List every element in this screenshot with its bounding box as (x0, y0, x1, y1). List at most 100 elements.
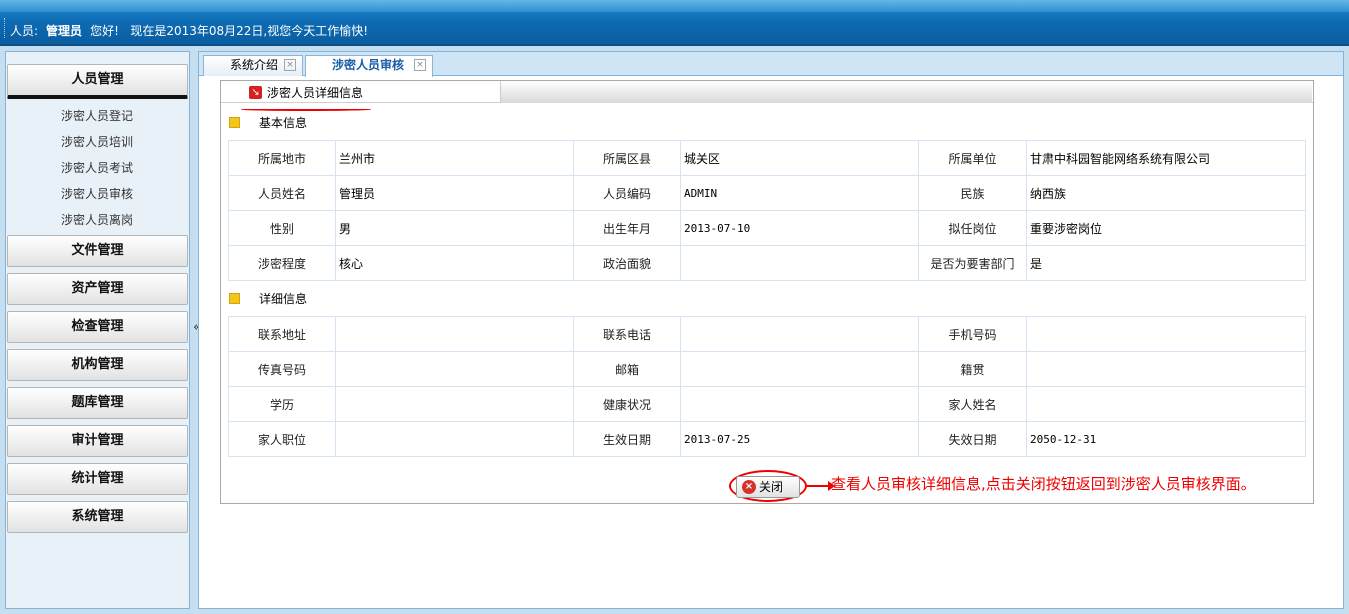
field-label: 涉密程度 (228, 245, 336, 281)
main-panel: 系统介绍 × 涉密人员审核 × ↘ 涉密人员详细信息 基本信息 所属地市 兰州市… (198, 51, 1344, 609)
person-label: 人员: (10, 24, 39, 38)
detail-content-box: ↘ 涉密人员详细信息 基本信息 所属地市 兰州市 所属区县 城关区 所属单位 甘… (220, 80, 1314, 504)
field-label: 人员姓名 (228, 175, 336, 211)
field-value: ADMIN (680, 175, 919, 211)
subtab-label: 涉密人员详细信息 (267, 86, 364, 100)
close-button-label: 关闭 (759, 480, 784, 494)
field-value (335, 316, 574, 352)
field-value: 管理员 (335, 175, 574, 211)
field-label: 拟任岗位 (918, 210, 1027, 246)
field-label: 生效日期 (573, 421, 681, 457)
field-value: 男 (335, 210, 574, 246)
menu-item-classified-leave[interactable]: 涉密人员离岗 (6, 207, 189, 233)
table-row: 传真号码 邮箱 籍贯 (228, 351, 1306, 387)
tab-close-icon[interactable]: × (414, 59, 426, 71)
field-value (680, 316, 919, 352)
section-title-text: 详细信息 (259, 292, 308, 306)
top-header-bar: 人员: 管理员 您好! 现在是2013年08月22日,视您今天工作愉快! (0, 0, 1349, 46)
field-value (680, 245, 919, 281)
field-label: 联系电话 (573, 316, 681, 352)
welcome-message: 人员: 管理员 您好! 现在是2013年08月22日,视您今天工作愉快! (10, 22, 368, 39)
menu-file-management[interactable]: 文件管理 (7, 235, 188, 267)
field-label: 健康状况 (573, 386, 681, 422)
menu-personnel-management[interactable]: 人员管理 (7, 64, 188, 99)
field-value: 重要涉密岗位 (1026, 210, 1306, 246)
menu-asset-management[interactable]: 资产管理 (7, 273, 188, 305)
close-icon: × (742, 480, 756, 494)
field-label: 所属地市 (228, 140, 336, 176)
greeting-text: 您好! (90, 24, 119, 38)
table-row: 家人职位 生效日期 2013-07-25 失效日期 2050-12-31 (228, 421, 1306, 457)
field-label: 邮箱 (573, 351, 681, 387)
tab-bar: 系统介绍 × 涉密人员审核 × (199, 52, 1343, 77)
user-name: 管理员 (46, 24, 83, 38)
table-row: 所属地市 兰州市 所属区县 城关区 所属单位 甘肃中科园智能网络系统有限公司 (228, 140, 1306, 176)
field-label: 出生年月 (573, 210, 681, 246)
field-value (1026, 316, 1306, 352)
field-label: 学历 (228, 386, 336, 422)
bullet-icon (229, 293, 240, 304)
menu-item-classified-exam[interactable]: 涉密人员考试 (6, 155, 189, 181)
field-value: 是 (1026, 245, 1306, 281)
section-title-text: 基本信息 (259, 116, 308, 130)
field-label: 家人职位 (228, 421, 336, 457)
subtab-bar (500, 81, 1312, 103)
tab-label: 涉密人员审核 (332, 58, 405, 72)
header-strip (0, 0, 1349, 12)
field-value: 2013-07-10 (680, 210, 919, 246)
menu-organization-management[interactable]: 机构管理 (7, 349, 188, 381)
field-value (680, 351, 919, 387)
field-value: 2013-07-25 (680, 421, 919, 457)
section-title-basic: 基本信息 (229, 115, 307, 131)
sidebar: 人员管理 涉密人员登记 涉密人员培训 涉密人员考试 涉密人员审核 涉密人员离岗 … (5, 51, 190, 609)
tab-classified-review[interactable]: 涉密人员审核 × (305, 55, 433, 77)
menu-system-management[interactable]: 系统管理 (7, 501, 188, 533)
basic-info-table: 所属地市 兰州市 所属区县 城关区 所属单位 甘肃中科园智能网络系统有限公司 人… (228, 140, 1306, 281)
tab-system-intro[interactable]: 系统介绍 × (203, 55, 303, 76)
field-label: 政治面貌 (573, 245, 681, 281)
annotation-arrow (807, 481, 835, 491)
menu-statistics-management[interactable]: 统计管理 (7, 463, 188, 495)
field-label: 所属区县 (573, 140, 681, 176)
field-label: 籍贯 (918, 351, 1027, 387)
menu-item-classified-training[interactable]: 涉密人员培训 (6, 129, 189, 155)
field-value (1026, 351, 1306, 387)
field-value (335, 351, 574, 387)
bullet-icon (229, 117, 240, 128)
table-row: 学历 健康状况 家人姓名 (228, 386, 1306, 422)
detail-info-table: 联系地址 联系电话 手机号码 传真号码 邮箱 籍贯 学历 健康状况 家人姓名 家… (228, 316, 1306, 457)
field-label: 人员编码 (573, 175, 681, 211)
arrow-icon: ↘ (249, 86, 262, 99)
field-label: 手机号码 (918, 316, 1027, 352)
menu-question-bank-management[interactable]: 题库管理 (7, 387, 188, 419)
table-row: 联系地址 联系电话 手机号码 (228, 316, 1306, 352)
personnel-submenu: 涉密人员登记 涉密人员培训 涉密人员考试 涉密人员审核 涉密人员离岗 (6, 99, 189, 233)
field-value: 兰州市 (335, 140, 574, 176)
field-value: 2050-12-31 (1026, 421, 1306, 457)
menu-inspection-management[interactable]: 检查管理 (7, 311, 188, 343)
table-row: 性别 男 出生年月 2013-07-10 拟任岗位 重要涉密岗位 (228, 210, 1306, 246)
date-message: 现在是2013年08月22日,视您今天工作愉快! (130, 24, 369, 38)
table-row: 人员姓名 管理员 人员编码 ADMIN 民族 纳西族 (228, 175, 1306, 211)
annotation-underline (241, 108, 371, 111)
field-label: 是否为要害部门 (918, 245, 1027, 281)
field-value: 纳西族 (1026, 175, 1306, 211)
field-label: 性别 (228, 210, 336, 246)
menu-item-classified-review[interactable]: 涉密人员审核 (6, 181, 189, 207)
field-value: 核心 (335, 245, 574, 281)
field-label: 民族 (918, 175, 1027, 211)
field-value: 甘肃中科园智能网络系统有限公司 (1026, 140, 1306, 176)
field-value (335, 421, 574, 457)
field-label: 所属单位 (918, 140, 1027, 176)
close-button[interactable]: × 关闭 (736, 476, 800, 498)
table-row: 涉密程度 核心 政治面貌 是否为要害部门 是 (228, 245, 1306, 281)
field-value: 城关区 (680, 140, 919, 176)
annotation-text: 查看人员审核详细信息,点击关闭按钮返回到涉密人员审核界面。 (831, 475, 1256, 493)
tab-close-icon[interactable]: × (284, 59, 296, 71)
field-value (1026, 386, 1306, 422)
subtab-personnel-detail[interactable]: ↘ 涉密人员详细信息 (249, 84, 363, 104)
menu-audit-management[interactable]: 审计管理 (7, 425, 188, 457)
field-value (335, 386, 574, 422)
menu-item-classified-registration[interactable]: 涉密人员登记 (6, 103, 189, 129)
field-label: 失效日期 (918, 421, 1027, 457)
